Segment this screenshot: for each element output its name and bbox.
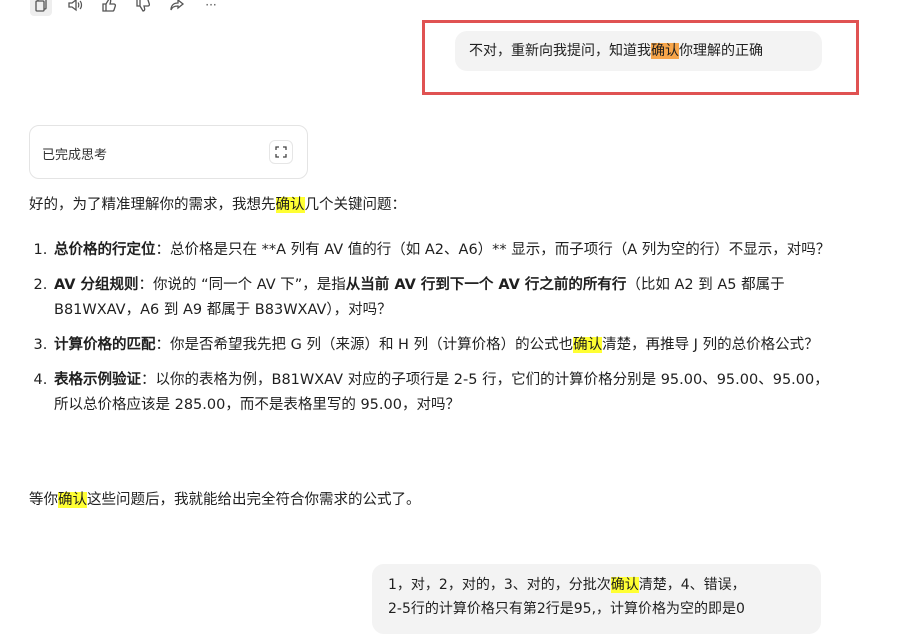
assistant-outro: 等你确认这些问题后，我就能给出完全符合你需求的公式了。 xyxy=(29,489,421,511)
intro-highlight: 确认 xyxy=(275,197,305,213)
thumbs-down-icon xyxy=(136,0,151,12)
user-message-text-end: 你理解的正确 xyxy=(679,43,763,59)
dislike-button[interactable] xyxy=(132,0,154,16)
copy-button[interactable] xyxy=(30,0,52,16)
expand-button[interactable] xyxy=(269,140,293,164)
item-text: ：你说的 “同一个 AV 下”，是指 xyxy=(138,277,346,293)
list-item: 计算价格的匹配：你是否希望我先把 G 列（来源）和 H 列（计算价格）的公式也确… xyxy=(52,333,842,358)
share-button[interactable] xyxy=(166,0,188,16)
like-button[interactable] xyxy=(98,0,120,16)
list-item: 总价格的行定位：总价格是只在 **A 列有 AV 值的行（如 A2、A6）** … xyxy=(52,238,842,263)
share-icon xyxy=(170,0,185,11)
item-title: 表格示例验证 xyxy=(54,372,141,388)
thinking-panel[interactable]: 已完成思考 xyxy=(29,125,308,179)
expand-icon xyxy=(275,146,287,158)
speaker-icon xyxy=(68,0,83,12)
assistant-intro: 好的，为了精准理解你的需求，我想先确认几个关键问题： xyxy=(29,194,406,216)
user-message-highlight: 确认 xyxy=(651,43,679,59)
list-item: AV 分组规则：你说的 “同一个 AV 下”，是指从当前 AV 行到下一个 AV… xyxy=(52,273,842,323)
item-title: AV 分组规则 xyxy=(54,277,139,293)
thumbs-up-icon xyxy=(102,0,117,12)
question-list: 总价格的行定位：总价格是只在 **A 列有 AV 值的行（如 A2、A6）** … xyxy=(30,238,842,428)
item-bold-text: 从当前 AV 行到下一个 AV 行之前的所有行 xyxy=(345,277,627,293)
item-text: ：以你的表格为例，B81WXAV 对应的子项行是 2-5 行，它们的计算价格分别… xyxy=(54,372,829,413)
intro-text: 好的，为了精准理解你的需求，我想先 xyxy=(29,197,276,213)
read-aloud-button[interactable] xyxy=(64,0,86,16)
item-text-end: 清楚，再推导 J 列的总价格公式？ xyxy=(602,337,819,353)
user-reply-line: 1，对，2，对的，3、对的，分批次确认清楚，4、错误， xyxy=(388,573,821,597)
copy-icon xyxy=(35,0,47,12)
reply-text-end: 清楚，4、错误， xyxy=(638,577,746,593)
user-message-text: 不对，重新向我提问，知道我 xyxy=(469,43,651,59)
item-text: ：你是否希望我先把 G 列（来源）和 H 列（计算价格）的公式也 xyxy=(155,337,574,353)
item-title: 总价格的行定位 xyxy=(54,242,156,258)
user-message-bubble: 不对，重新向我提问，知道我确认你理解的正确 xyxy=(455,31,822,71)
item-highlight: 确认 xyxy=(573,337,603,353)
more-icon: ··· xyxy=(205,0,217,12)
user-reply-line: 2-5行的计算价格只有第2行是95,，计算价格为空的即是0 xyxy=(388,601,745,617)
more-button[interactable]: ··· xyxy=(200,0,222,16)
item-text: ：总价格是只在 **A 列有 AV 值的行（如 A2、A6）** 显示，而子项行… xyxy=(155,242,831,258)
intro-text-end: 几个关键问题： xyxy=(304,197,407,213)
outro-highlight: 确认 xyxy=(58,492,87,508)
outro-text: 等你 xyxy=(29,492,58,508)
list-item: 表格示例验证：以你的表格为例，B81WXAV 对应的子项行是 2-5 行，它们的… xyxy=(52,368,842,418)
outro-text-end: 这些问题后，我就能给出完全符合你需求的公式了。 xyxy=(87,492,421,508)
thinking-label: 已完成思考 xyxy=(42,148,108,163)
reply-highlight: 确认 xyxy=(610,577,639,593)
item-title: 计算价格的匹配 xyxy=(54,337,156,353)
user-reply-bubble: 1，对，2，对的，3、对的，分批次确认清楚，4、错误， 2-5行的计算价格只有第… xyxy=(372,564,821,634)
reply-text: 1，对，2，对的，3、对的，分批次 xyxy=(388,577,611,593)
message-toolbar: ··· xyxy=(30,0,222,16)
